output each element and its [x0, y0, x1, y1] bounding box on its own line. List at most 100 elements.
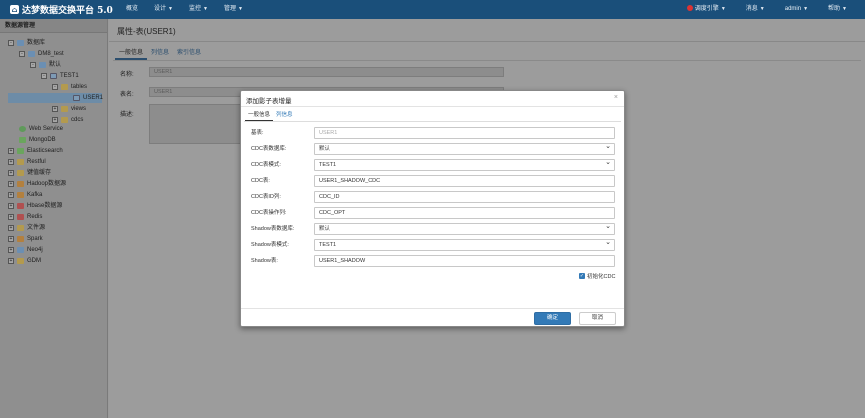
tab-general[interactable]: 一般信息 [115, 48, 148, 60]
table-icon [73, 95, 80, 101]
neo4j-icon [17, 247, 24, 253]
brand-title: 达梦数据交换平台 5.0 [22, 6, 113, 16]
tree-label: cdcs [71, 117, 84, 123]
collapse-icon[interactable]: - [30, 62, 36, 68]
menu-manage[interactable]: 管理 ▼ [216, 0, 251, 19]
expand-icon[interactable]: + [8, 247, 14, 253]
tree-node-views[interactable]: + views [52, 104, 86, 114]
menu-monitor[interactable]: 监控 ▼ [181, 0, 216, 19]
tree-node-spark[interactable]: + Spark [8, 234, 43, 244]
cancel-button[interactable]: 取消 [579, 312, 616, 325]
collapse-icon[interactable]: - [52, 84, 58, 90]
dialog-tabs: 一般信息 列信息 [245, 111, 296, 121]
tab-columns[interactable]: 列信息 [273, 111, 296, 121]
menu-user[interactable]: admin ▼ [775, 0, 818, 19]
expand-icon[interactable]: + [52, 117, 58, 123]
tree-label: 键值缓存 [27, 170, 52, 176]
menu-scheduler[interactable]: 调度引擎 ▼ [677, 0, 736, 19]
tree-node-hbase[interactable]: + Hbase数据源 [8, 201, 62, 211]
tree-node-tables[interactable]: - tables [52, 82, 87, 92]
tree-node-web-service[interactable]: Web Service [19, 124, 63, 134]
brand[interactable]: ⌂ 达梦数据交换平台 5.0 [10, 3, 113, 16]
expand-icon[interactable]: + [8, 159, 14, 165]
tab-general[interactable]: 一般信息 [245, 111, 274, 121]
expand-icon[interactable]: + [8, 192, 14, 198]
tree-label: USER1 [83, 95, 104, 101]
cdc-database-select[interactable]: 默认 [314, 142, 615, 155]
spark-icon [17, 236, 24, 242]
tree-label: Elasticsearch [27, 148, 63, 154]
tab-indexes[interactable]: 索引信息 [173, 48, 205, 60]
name-field[interactable]: USER1 [149, 67, 504, 77]
tree-node-mongodb[interactable]: MongoDB [19, 135, 56, 145]
menu-help[interactable]: 帮助 ▼ [818, 0, 857, 19]
tree-label: Spark [27, 236, 43, 242]
cache-icon [17, 170, 24, 176]
expand-icon[interactable]: + [8, 203, 14, 209]
folder-icon [61, 117, 68, 123]
gdm-icon [17, 258, 24, 264]
tree-node-redis[interactable]: + Redis [8, 212, 42, 222]
caret-down-icon: ▼ [803, 6, 809, 12]
shadow-database-select[interactable]: 默认 [314, 222, 615, 235]
cdc-table-input[interactable]: USER1_SHADOW_CDC [314, 175, 615, 187]
tab-columns[interactable]: 列信息 [147, 48, 173, 60]
tree-node-dm8-test[interactable]: - DM8_test [19, 49, 64, 59]
tree-node-database[interactable]: - 数据库 [8, 38, 45, 48]
menu-design[interactable]: 设计 ▼ [146, 0, 181, 19]
expand-icon[interactable]: + [8, 214, 14, 220]
expand-icon[interactable]: + [8, 225, 14, 231]
cdc-op-column-input[interactable]: CDC_OPT [314, 207, 615, 219]
cdc-id-column-input[interactable]: CDC_ID [314, 191, 615, 203]
expand-icon[interactable]: + [8, 181, 14, 187]
tree-node-kafka[interactable]: + Kafka [8, 190, 42, 200]
tree-label: GDM [27, 258, 41, 264]
menu-messages[interactable]: 消息 ▼ [736, 0, 775, 19]
menu-label: 监控 [188, 6, 201, 12]
tree-node-user1[interactable]: USER1 [8, 93, 104, 103]
menu-label: 消息 [745, 6, 758, 12]
main-menu: 概览 设计 ▼ 监控 ▼ 管理 ▼ [118, 0, 251, 19]
cdc-schema-select[interactable]: TEST1 [314, 158, 615, 171]
tree-node-elasticsearch[interactable]: + Elasticsearch [8, 146, 63, 156]
page-title: 属性-表(USER1) [117, 27, 176, 36]
collapse-icon[interactable]: - [19, 51, 25, 57]
collapse-icon[interactable]: - [41, 73, 47, 79]
expand-icon[interactable]: + [8, 148, 14, 154]
ok-button[interactable]: 确定 [534, 312, 571, 325]
divider [244, 121, 621, 122]
init-cdc-checkbox[interactable]: ✓ 初始化CDC [579, 272, 615, 280]
web-service-icon [19, 126, 26, 132]
expand-icon[interactable]: + [8, 258, 14, 264]
tree-node-restful[interactable]: + Restful [8, 157, 46, 167]
menu-overview[interactable]: 概览 [118, 0, 146, 19]
base-table-field[interactable]: USER1 [314, 127, 615, 139]
shadow-schema-select[interactable]: TEST1 [314, 238, 615, 251]
mongodb-icon [19, 137, 26, 143]
cdc-id-column-label: CDC表ID列: [251, 194, 281, 200]
shadow-table-label: Shadow表: [251, 258, 278, 264]
schema-icon [50, 73, 57, 79]
expand-icon[interactable]: + [8, 236, 14, 242]
expand-icon[interactable]: + [52, 106, 58, 112]
caret-down-icon: ▼ [237, 6, 243, 12]
shadow-database-label: Shadow表数据库: [251, 226, 295, 232]
tree-node-kv-cache[interactable]: + 键值缓存 [8, 168, 51, 178]
caret-down-icon: ▼ [168, 6, 173, 12]
table-name-label: 表名: [120, 92, 134, 98]
tree-node-gdm[interactable]: + GDM [8, 256, 41, 266]
collapse-icon[interactable]: - [8, 40, 14, 46]
tree-node-file-source[interactable]: + 文件源 [8, 223, 45, 233]
restful-icon [17, 159, 24, 165]
close-icon[interactable]: × [614, 94, 618, 101]
tree-node-default-schema[interactable]: - 默认 [30, 60, 61, 70]
redis-icon [17, 214, 24, 220]
tree-node-neo4j[interactable]: + Neo4j [8, 245, 43, 255]
caret-down-icon: ▼ [759, 6, 765, 12]
tree-label: 数据库 [27, 40, 46, 46]
tree-node-hadoop[interactable]: + Hadoop数据源 [8, 179, 66, 189]
tree-node-test1[interactable]: - TEST1 [41, 71, 79, 81]
expand-icon[interactable]: + [8, 170, 14, 176]
shadow-table-input[interactable]: USER1_SHADOW [314, 255, 615, 267]
menu-label: 帮助 [828, 6, 841, 12]
